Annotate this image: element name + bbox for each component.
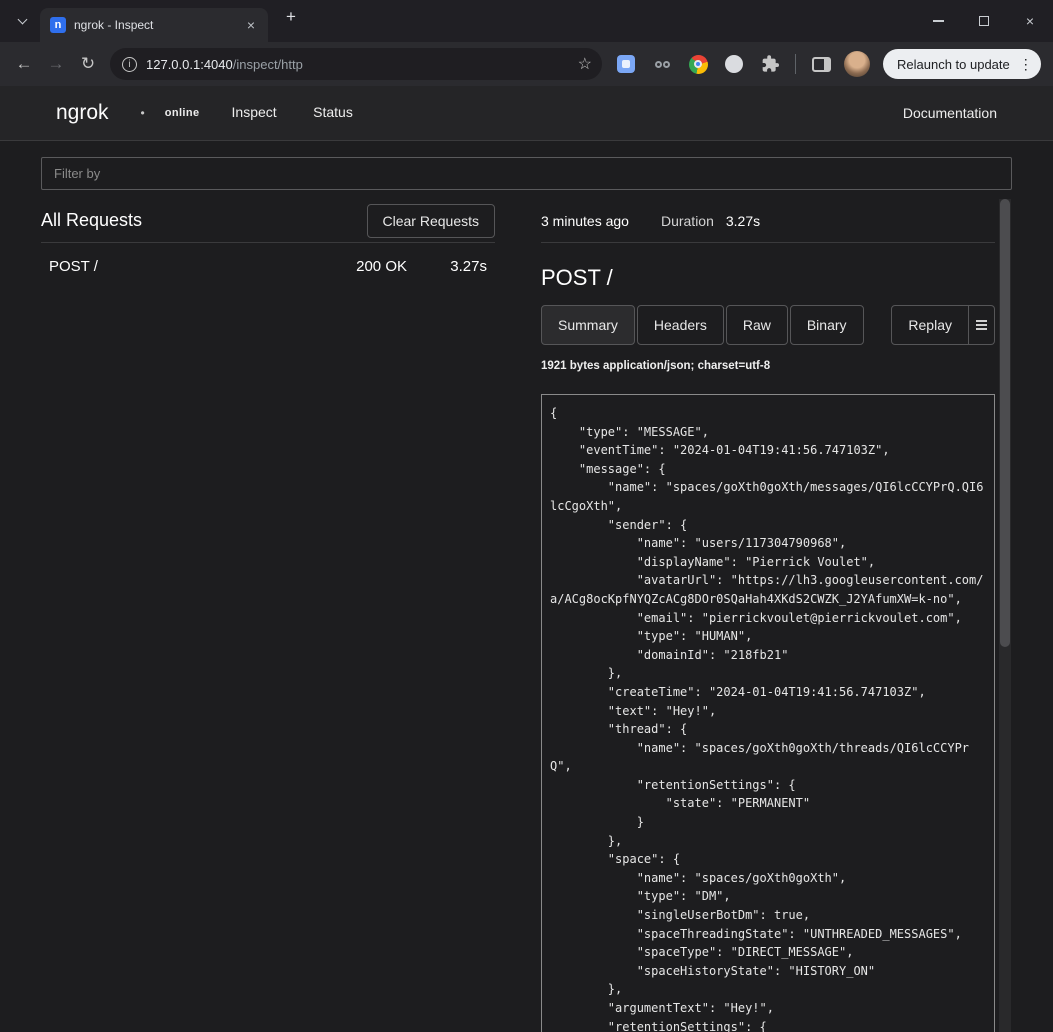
tab-raw[interactable]: Raw <box>726 305 788 345</box>
tab-close-icon[interactable]: × <box>242 16 260 34</box>
nav-status[interactable]: Status <box>313 104 353 120</box>
requests-title: All Requests <box>41 210 142 231</box>
scrollbar-thumb[interactable] <box>1000 199 1010 647</box>
minimize-icon <box>933 20 944 22</box>
detail-title: POST / <box>541 265 995 291</box>
clear-requests-button[interactable]: Clear Requests <box>367 204 496 238</box>
requests-panel: All Requests Clear Requests POST / 200 O… <box>41 199 495 1032</box>
status-online: online <box>165 107 200 119</box>
body-meta: 1921 bytes application/json; charset=utf… <box>541 360 995 372</box>
tab-binary[interactable]: Binary <box>790 305 864 345</box>
extensions-menu-button[interactable] <box>755 49 785 79</box>
puzzle-icon <box>760 54 780 74</box>
url-path: /inspect/http <box>233 57 303 72</box>
reload-button[interactable]: ↻ <box>72 48 104 80</box>
light-circle-icon <box>725 55 743 73</box>
browser-tab[interactable]: n ngrok - Inspect × <box>40 8 268 42</box>
chrome-logo-icon <box>689 55 708 74</box>
replay-button[interactable]: Replay <box>891 305 969 345</box>
request-method-path: POST / <box>49 258 98 275</box>
toolbar-separator <box>795 54 796 74</box>
duration-label: Duration <box>661 213 714 229</box>
new-tab-button[interactable]: + <box>278 4 304 30</box>
side-panel-button[interactable] <box>806 49 836 79</box>
request-detail-panel: 3 minutes ago Duration 3.27s POST / Summ… <box>541 199 1011 1032</box>
replay-split-button: Replay <box>891 305 995 345</box>
ngrok-logo: ngrok <box>56 101 109 125</box>
replay-menu-button[interactable] <box>969 305 995 345</box>
relaunch-button[interactable]: Relaunch to update ⋮ <box>883 49 1041 79</box>
page-content: All Requests Clear Requests POST / 200 O… <box>0 141 1053 1032</box>
detail-scrollbar[interactable] <box>999 199 1011 1032</box>
profile-avatar[interactable] <box>844 51 870 77</box>
nav-documentation[interactable]: Documentation <box>903 105 997 121</box>
blue-square-icon <box>617 55 635 73</box>
tab-strip: n ngrok - Inspect × + × <box>0 0 1053 42</box>
window-controls: × <box>915 0 1053 42</box>
browser-window: n ngrok - Inspect × + × ← → ↻ i 127.0.0.… <box>0 0 1053 86</box>
ngrok-favicon: n <box>50 17 66 33</box>
tab-summary[interactable]: Summary <box>541 305 635 345</box>
request-row[interactable]: POST / 200 OK 3.27s <box>41 243 495 290</box>
extension-icon-glasses[interactable] <box>647 49 677 79</box>
menu-lines-icon <box>976 320 987 322</box>
url-host: 127.0.0.1:4040 <box>146 57 233 72</box>
bookmark-star-icon[interactable]: ☆ <box>578 54 592 74</box>
request-time-ago: 3 minutes ago <box>541 213 629 229</box>
relaunch-label: Relaunch to update <box>897 57 1010 72</box>
duration-value: 3.27s <box>726 213 760 229</box>
minimize-button[interactable] <box>915 0 961 42</box>
maximize-button[interactable] <box>961 0 1007 42</box>
extension-icon-light-circle[interactable] <box>719 49 749 79</box>
json-body: { "type": "MESSAGE", "eventTime": "2024-… <box>541 394 995 1032</box>
back-button[interactable]: ← <box>8 48 40 80</box>
url-text: 127.0.0.1:4040/inspect/http <box>146 57 578 72</box>
browser-menu-icon[interactable]: ⋮ <box>1019 56 1033 73</box>
glasses-icon <box>655 61 670 68</box>
tab-search-button[interactable] <box>9 8 35 34</box>
side-panel-icon <box>812 57 831 72</box>
ngrok-header: ngrok • online Inspect Status Documentat… <box>0 86 1053 141</box>
forward-button[interactable]: → <box>40 48 72 80</box>
browser-toolbar: ← → ↻ i 127.0.0.1:4040/inspect/http ☆ Re… <box>0 42 1053 86</box>
nav-inspect[interactable]: Inspect <box>232 104 277 120</box>
chevron-down-icon <box>17 15 27 25</box>
request-status: 200 OK <box>356 258 407 275</box>
site-nav: Inspect Status <box>200 104 353 122</box>
chrome-logo-center <box>694 60 702 68</box>
extension-icon-blue[interactable] <box>611 49 641 79</box>
request-duration: 3.27s <box>431 258 487 275</box>
status-dot-icon: • <box>141 106 145 120</box>
close-button[interactable]: × <box>1007 0 1053 42</box>
address-bar[interactable]: i 127.0.0.1:4040/inspect/http ☆ <box>110 48 602 80</box>
tab-headers[interactable]: Headers <box>637 305 724 345</box>
filter-input[interactable] <box>41 157 1012 190</box>
site-info-icon[interactable]: i <box>122 57 137 72</box>
detail-tabs: Summary Headers Raw Binary Replay <box>541 305 995 345</box>
maximize-icon <box>979 16 989 26</box>
tab-title: ngrok - Inspect <box>74 18 242 32</box>
extension-icon-chrome-logo[interactable] <box>683 49 713 79</box>
